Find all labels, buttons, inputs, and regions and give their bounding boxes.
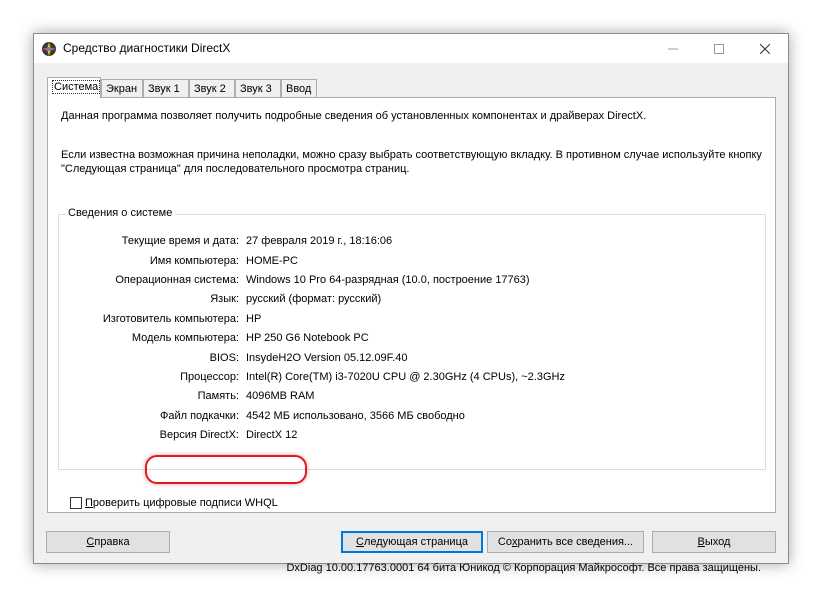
info-row-manufacturer: Изготовитель компьютера: HP: [59, 313, 759, 328]
tab-sound-1[interactable]: Звук 1: [143, 79, 189, 97]
description-text: Данная программа позволяет получить подр…: [61, 110, 647, 122]
whql-label-accesskey: П: [85, 497, 93, 509]
whql-label: Проверить цифровые подписи WHQL: [85, 497, 278, 509]
info-label: Операционная система:: [115, 274, 239, 286]
info-label: Файл подкачки:: [159, 410, 239, 422]
save-label-pre: Со: [497, 536, 512, 548]
title-bar[interactable]: Средство диагностики DirectX: [34, 34, 788, 63]
info-row-page-file: Файл подкачки: 4542 МБ использовано, 356…: [59, 410, 759, 425]
info-row-os: Операционная система: Windows 10 Pro 64-…: [59, 274, 759, 289]
info-value: HOME-PC: [246, 255, 298, 267]
info-row-language: Язык: русский (формат: русский): [59, 293, 759, 308]
info-row-model: Модель компьютера: HP 250 G6 Notebook PC: [59, 332, 759, 347]
close-icon: [760, 43, 770, 54]
help-label: правка: [94, 536, 130, 548]
help-button[interactable]: Справка: [46, 531, 170, 553]
dxdiag-app-icon: [42, 42, 56, 56]
system-info-group: Сведения о системе Текущие время и дата:…: [58, 207, 766, 470]
info-label: Модель компьютера:: [131, 332, 239, 344]
close-button[interactable]: [742, 34, 788, 63]
info-value: русский (формат: русский): [246, 293, 382, 305]
info-value: Windows 10 Pro 64-разрядная (10.0, постр…: [246, 274, 530, 286]
info-label: Процессор:: [180, 371, 239, 383]
group-label: Сведения о системе: [65, 207, 176, 219]
save-label-rest: ранить все сведения...: [517, 536, 634, 548]
exit-button[interactable]: Выход: [652, 531, 776, 553]
next-accesskey: С: [355, 536, 364, 548]
exit-accesskey: В: [697, 536, 705, 548]
info-label: BIOS:: [209, 352, 239, 364]
directx-version-highlight: [145, 455, 307, 484]
info-value: HP: [246, 313, 262, 325]
dxdiag-window: Средство диагностики DirectX Система Экр…: [33, 33, 789, 574]
info-label: Текущие время и дата:: [121, 235, 239, 247]
info-value: Intel(R) Core(TM) i3-7020U CPU @ 2.30GHz…: [246, 371, 565, 383]
info-label: Язык:: [210, 293, 239, 305]
maximize-icon: [714, 43, 724, 54]
info-row-computer-name: Имя компьютера: HOME-PC: [59, 255, 759, 270]
info-value: 4096MB RAM: [246, 390, 315, 402]
info-row-directx-version: Версия DirectX: DirectX 12: [59, 429, 759, 444]
whql-label-rest: роверить цифровые подписи WHQL: [92, 497, 278, 509]
tab-display[interactable]: Экран: [101, 79, 143, 97]
tab-label: Система: [52, 80, 101, 94]
info-value: 27 февраля 2019 г., 18:16:06: [246, 235, 393, 247]
whql-checkbox-row[interactable]: Проверить цифровые подписи WHQL: [70, 497, 278, 509]
tab-system[interactable]: Система: [47, 77, 101, 98]
tab-sound-2[interactable]: Звук 2: [189, 79, 235, 97]
minimize-button[interactable]: [650, 34, 696, 63]
info-value: HP 250 G6 Notebook PC: [246, 332, 369, 344]
info-label: Память:: [197, 390, 239, 402]
info-value: 4542 МБ использовано, 3566 МБ свободно: [246, 410, 465, 422]
next-page-button[interactable]: Следующая страница: [341, 531, 483, 553]
info-row-bios: BIOS: InsydeH2O Version 05.12.09F.40: [59, 352, 759, 367]
info-row-datetime: Текущие время и дата: 27 февраля 2019 г.…: [59, 235, 759, 250]
save-all-button[interactable]: Со х ранить все сведения...: [487, 531, 644, 553]
instruction-text: Если известна возможная причина неполадк…: [61, 149, 762, 175]
minimize-icon: [668, 48, 678, 49]
system-tab-panel: Данная программа позволяет получить подр…: [47, 97, 776, 574]
maximize-button[interactable]: [696, 34, 742, 63]
exit-label: ыход: [704, 536, 731, 548]
info-row-processor: Процессор: Intel(R) Core(TM) i3-7020U CP…: [59, 371, 759, 386]
info-label: Имя компьютера:: [149, 255, 239, 267]
tab-input[interactable]: Ввод: [281, 79, 317, 97]
whql-checkbox[interactable]: [70, 497, 82, 509]
info-row-memory: Память: 4096MB RAM: [59, 390, 759, 405]
info-value: InsydeH2O Version 05.12.09F.40: [246, 352, 408, 364]
window-title: Средство диагностики DirectX: [63, 41, 231, 55]
info-label: Версия DirectX:: [159, 429, 239, 441]
help-accesskey: С: [86, 536, 95, 548]
copyright-footer: DxDiag 10.00.17763.0001 64 бита Юникод ©…: [286, 562, 761, 574]
tab-sound-3[interactable]: Звук 3: [235, 79, 281, 97]
info-value: DirectX 12: [246, 429, 298, 441]
info-label: Изготовитель компьютера:: [102, 313, 239, 325]
next-label: ледующая страница: [363, 536, 468, 548]
